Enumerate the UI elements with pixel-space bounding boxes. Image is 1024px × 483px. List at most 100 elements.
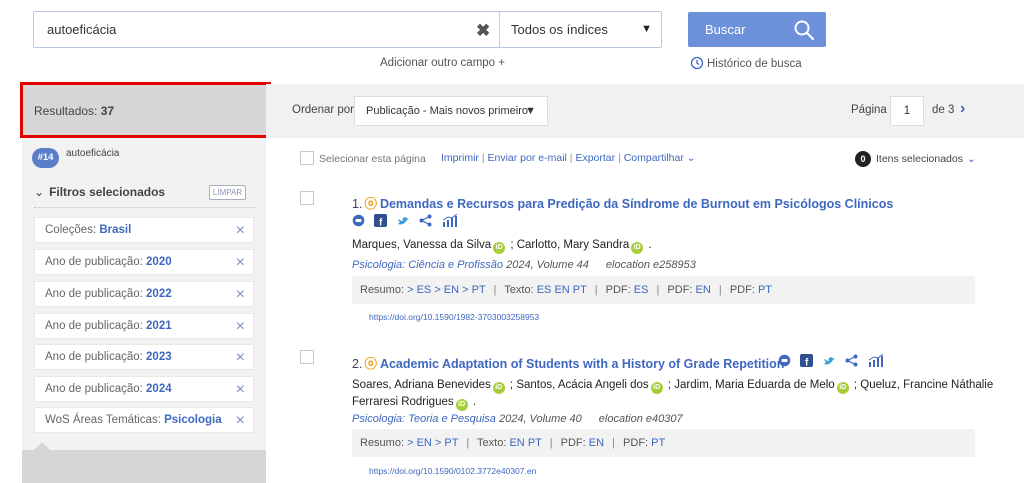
facebook-icon[interactable]: f — [374, 214, 388, 228]
caret-down-icon: ▼ — [641, 23, 652, 35]
pdf-label: PDF: — [560, 437, 586, 449]
orcid-icon[interactable]: iD — [650, 382, 663, 394]
remove-filter-icon[interactable]: × — [236, 408, 245, 433]
metrics-icon[interactable] — [868, 354, 884, 368]
selected-filters-title: Filtros selecionados — [49, 185, 166, 199]
separator: | — [718, 284, 722, 296]
twitter-icon[interactable] — [397, 215, 410, 227]
article-title[interactable]: 1. ⓞ Demandas e Recursos para Predição da … — [352, 193, 893, 212]
abstract-label: Resumo: — [360, 437, 405, 449]
separator: | — [612, 437, 615, 449]
search-icon — [794, 20, 815, 41]
text-link-en[interactable]: EN — [509, 437, 524, 449]
search-input[interactable] — [34, 12, 494, 47]
pdf-link-en[interactable]: EN — [589, 437, 604, 449]
page-total: de 3 — [932, 104, 955, 116]
separator: | — [549, 437, 553, 449]
page-number-input[interactable]: 1 — [890, 96, 924, 126]
pdf-link-es[interactable]: ES — [634, 284, 649, 296]
share-link[interactable]: Compartilhar — [624, 152, 684, 164]
abstract-link-es[interactable]: > ES — [407, 284, 431, 296]
selected-items-toggle[interactable]: Itens selecionados ⌄ — [876, 153, 976, 165]
orcid-icon[interactable]: iD — [631, 242, 644, 254]
notch-decoration — [34, 442, 50, 450]
abstract-link-pt[interactable]: > PT — [462, 284, 485, 296]
sidebar-footer — [22, 442, 266, 483]
search-button[interactable]: Buscar — [688, 12, 826, 47]
pdf-link-pt[interactable]: PT — [651, 437, 665, 449]
separator: | — [594, 284, 598, 296]
remove-filter-icon[interactable]: × — [236, 250, 245, 275]
search-history-label: Histórico de busca — [707, 58, 802, 70]
filter-value: 2022 — [146, 288, 172, 300]
journal-elocation: elocation e258953 — [605, 259, 696, 271]
index-select[interactable]: Todos os índices ▼ — [499, 12, 662, 47]
doi-link[interactable]: https://doi.org/10.1590/1982-37030032589… — [369, 312, 539, 322]
doi-link[interactable]: https://doi.org/10.1590/0102.3772e40307.… — [369, 466, 536, 476]
comment-icon[interactable] — [352, 214, 365, 227]
twitter-icon[interactable] — [823, 355, 836, 367]
article-number: 2. — [352, 357, 363, 371]
orcid-icon[interactable]: iD — [492, 382, 505, 394]
chevron-down-icon: ⌄ — [966, 153, 976, 165]
author-link[interactable]: Carlotto, Mary Sandra — [517, 239, 630, 251]
author-link[interactable]: Ferraresi Rodrigues — [352, 396, 454, 408]
select-page-checkbox[interactable] — [300, 151, 314, 165]
orcid-icon[interactable]: iD — [455, 399, 468, 411]
email-link[interactable]: Enviar por e-mail — [488, 152, 567, 164]
remove-filter-icon[interactable]: × — [236, 282, 245, 307]
facebook-icon[interactable]: f — [800, 354, 814, 368]
text-link-en[interactable]: EN — [554, 284, 569, 296]
filter-chip: WoS Áreas Temáticas: Psicologia × — [34, 407, 254, 433]
article-title[interactable]: 2. ⓞ Academic Adaptation of Students with … — [352, 353, 784, 372]
text-link-es[interactable]: ES — [537, 284, 552, 296]
export-link[interactable]: Exportar — [575, 152, 615, 164]
share-icon[interactable] — [419, 214, 432, 227]
author-link[interactable]: Queluz, Francine Náthalie — [860, 379, 993, 391]
open-access-icon: ⓞ — [364, 357, 377, 371]
article-number: 1. — [352, 197, 363, 211]
remove-filter-icon[interactable]: × — [236, 345, 245, 370]
filter-value: 2021 — [146, 320, 172, 332]
remove-filter-icon[interactable]: × — [236, 218, 245, 243]
pdf-link-pt[interactable]: PT — [758, 284, 772, 296]
author-link[interactable]: Soares, Adriana Benevides — [352, 379, 491, 391]
abstract-link-en[interactable]: > EN — [407, 437, 432, 449]
search-box: ✖ Todos os índices ▼ — [33, 11, 662, 48]
article-checkbox[interactable] — [300, 350, 314, 364]
author-link[interactable]: Marques, Vanessa da Silva — [352, 239, 491, 251]
sort-select[interactable]: Publicação - Mais novos primeiro ▼ — [354, 96, 548, 126]
filter-label: Ano de publicação: — [45, 288, 143, 300]
query-history-badge[interactable]: #14 — [32, 148, 59, 168]
next-page-icon[interactable]: › — [960, 100, 965, 118]
author-link[interactable]: Santos, Acácia Angeli dos — [516, 379, 648, 391]
pdf-link-en[interactable]: EN — [696, 284, 711, 296]
share-icon[interactable] — [845, 354, 858, 367]
article-checkbox[interactable] — [300, 191, 314, 205]
author-link[interactable]: Jardim, Maria Eduarda de Melo — [674, 379, 834, 391]
orcid-icon[interactable]: iD — [493, 242, 506, 254]
journal-link[interactable]: Psicologia: Teoria e Pesquisa — [352, 413, 496, 425]
add-field-link[interactable]: Adicionar outro campo + — [380, 57, 505, 69]
filter-label: Ano de publicação: — [45, 256, 143, 268]
text-label: Texto: — [504, 284, 534, 296]
text-link-pt[interactable]: PT — [528, 437, 542, 449]
clear-filters-button[interactable]: LIMPAR — [209, 185, 246, 200]
remove-filter-icon[interactable]: × — [236, 377, 245, 402]
abstract-link-en[interactable]: > EN — [434, 284, 459, 296]
selected-filters-toggle[interactable]: ⌄ Filtros selecionados — [34, 185, 165, 199]
comment-icon[interactable] — [778, 354, 791, 367]
article-title-text: Demandas e Recursos para Predição da Sín… — [379, 197, 894, 211]
text-link-pt[interactable]: PT — [573, 284, 587, 296]
orcid-icon[interactable]: iD — [836, 382, 849, 394]
metrics-icon[interactable] — [442, 214, 458, 228]
filter-value: 2020 — [146, 256, 172, 268]
full-text-links: Resumo: > ES > EN > PT | Texto: ES EN PT… — [352, 276, 975, 304]
print-link[interactable]: Imprimir — [441, 152, 479, 164]
abstract-link-pt[interactable]: > PT — [435, 437, 458, 449]
journal-link[interactable]: Psicologia: Ciência e Profissão — [352, 259, 503, 271]
clear-search-icon[interactable]: ✖ — [476, 21, 490, 41]
search-history-link[interactable]: Histórico de busca — [690, 56, 802, 70]
remove-filter-icon[interactable]: × — [236, 314, 245, 339]
sort-select-value: Publicação - Mais novos primeiro — [366, 105, 529, 117]
